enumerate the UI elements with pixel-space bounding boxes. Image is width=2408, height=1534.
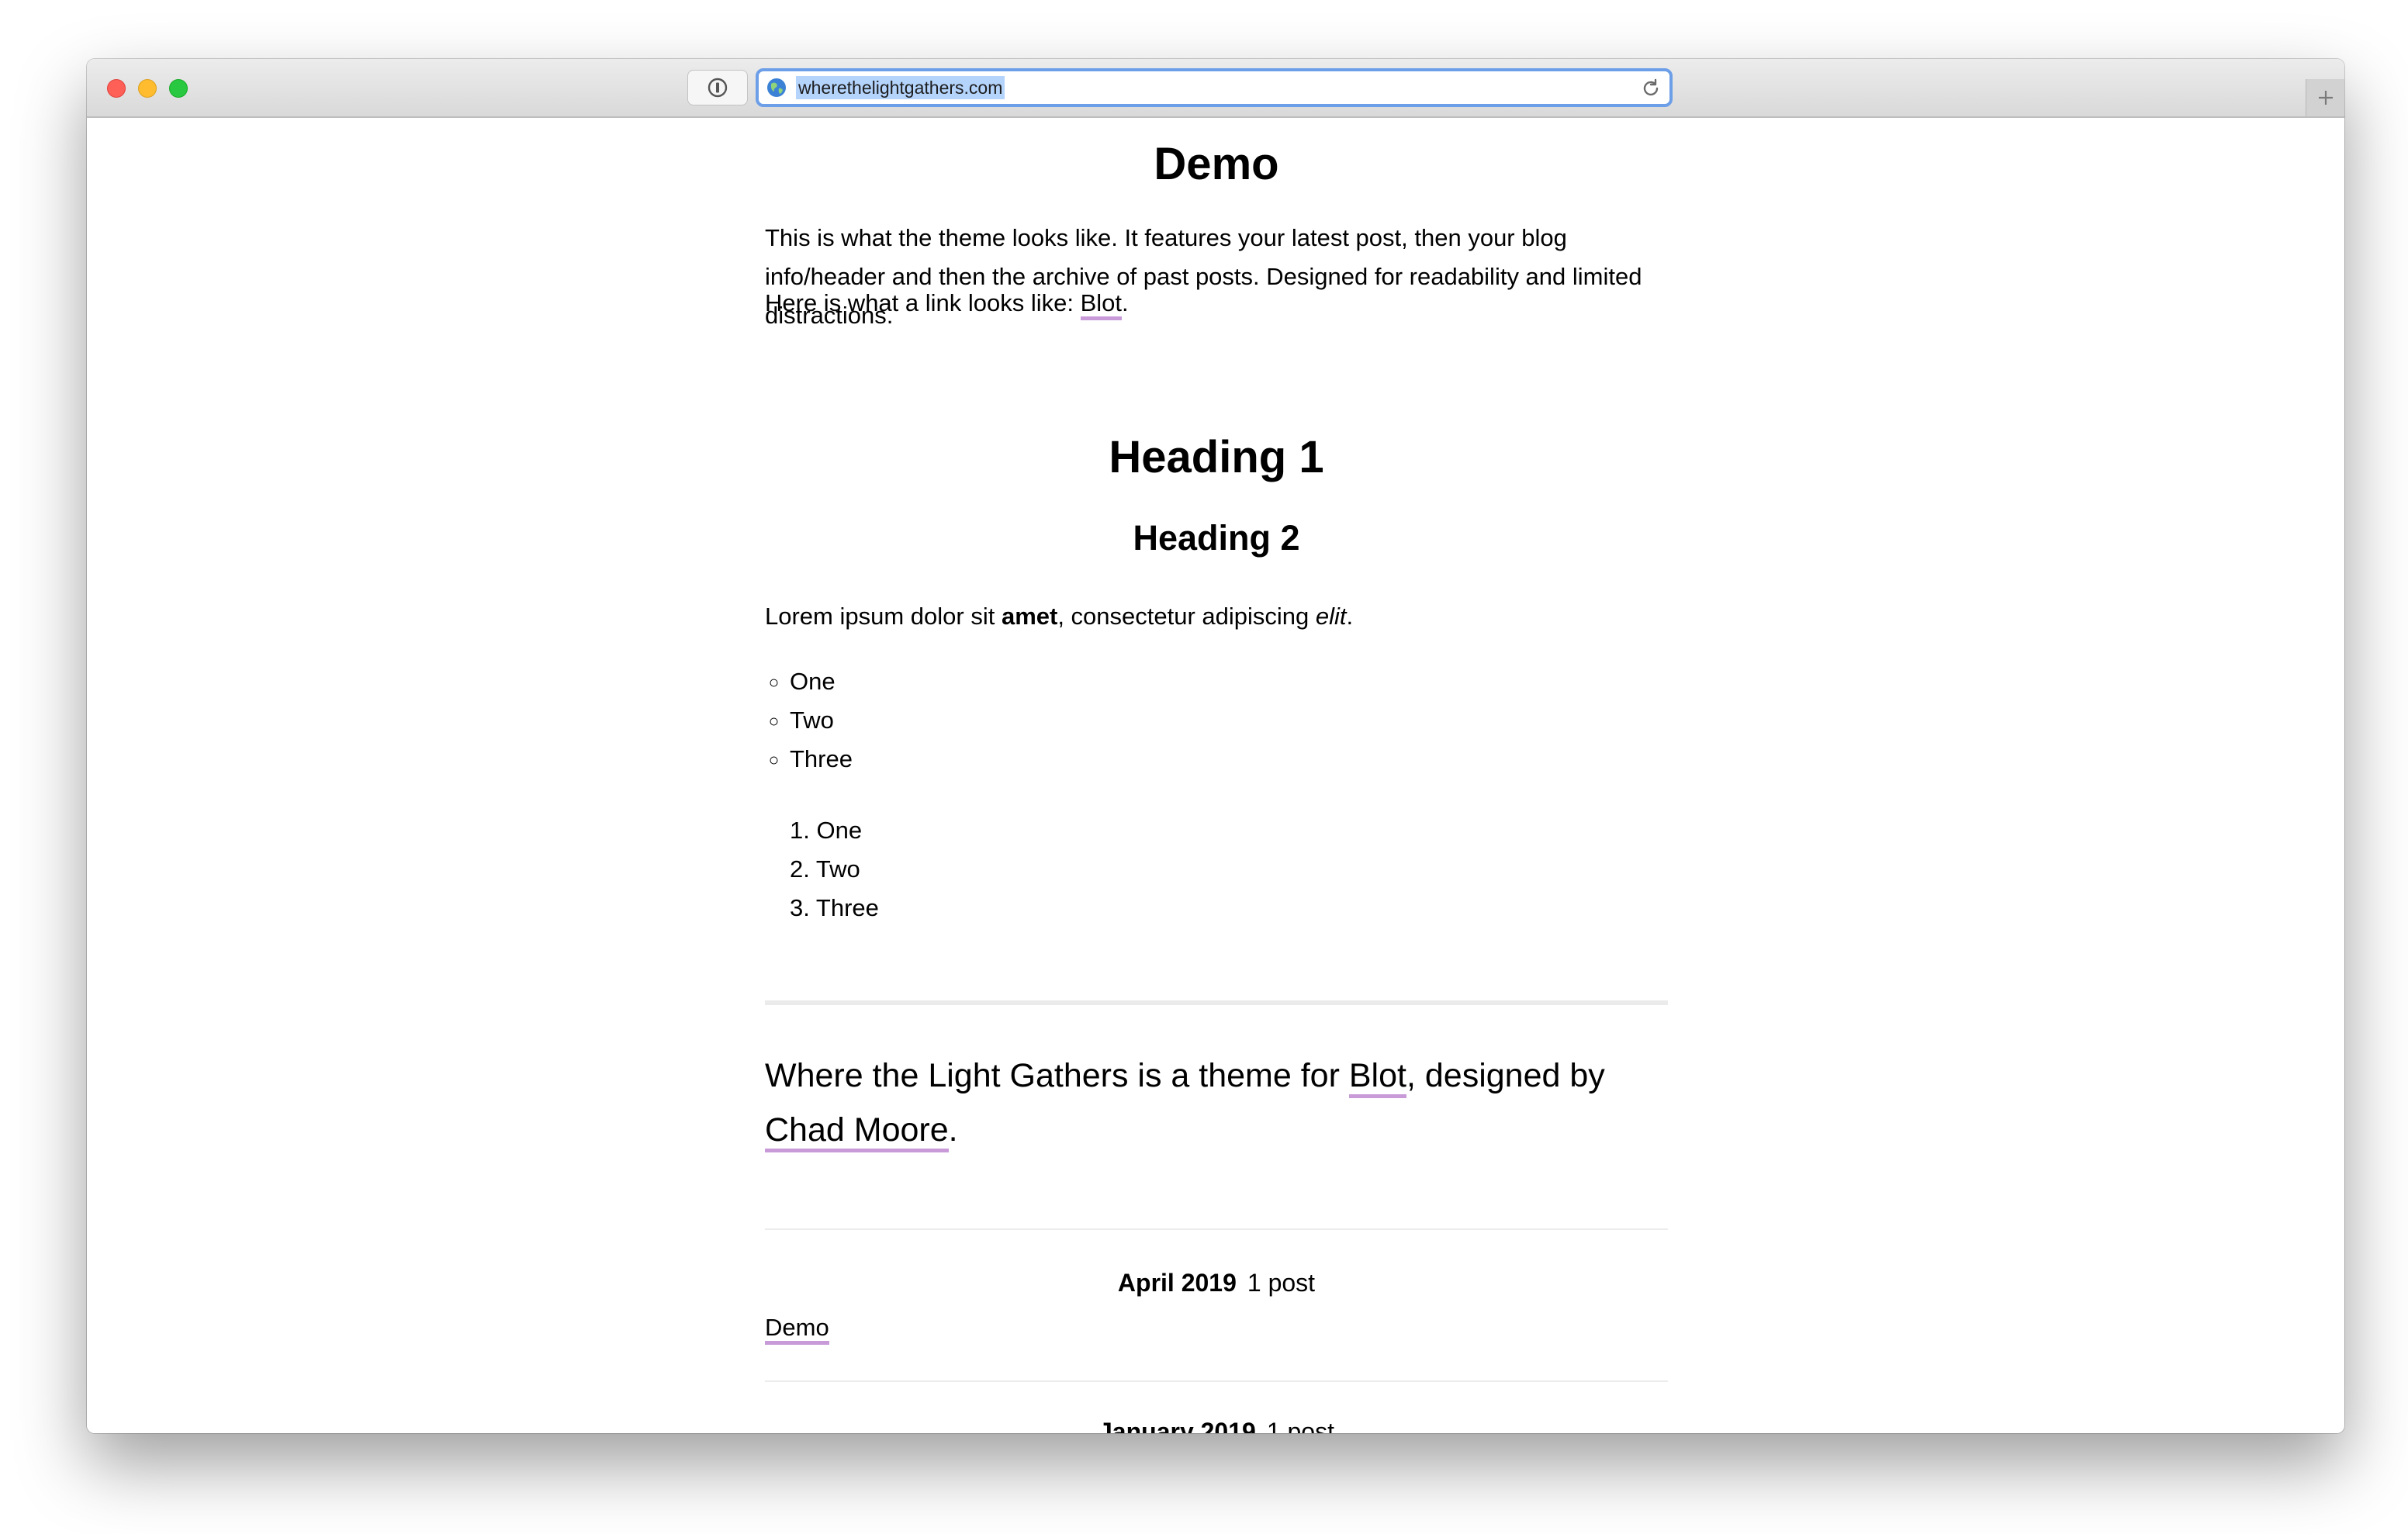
- password-manager-button[interactable]: [687, 70, 748, 105]
- address-bar[interactable]: wherethelightgathers.com: [756, 68, 1673, 107]
- browser-toolbar: wherethelightgathers.com: [87, 59, 2344, 118]
- about-end: .: [948, 1111, 958, 1149]
- url-text[interactable]: wherethelightgathers.com: [796, 76, 1005, 99]
- zoom-window-button[interactable]: [169, 79, 188, 98]
- lorem-italic: elit: [1315, 603, 1347, 630]
- lorem-paragraph: Lorem ipsum dolor sit amet, consectetur …: [765, 597, 1668, 636]
- archive-count: 1 post: [1266, 1418, 1334, 1433]
- link-example-prefix: Here is what a link looks like:: [765, 289, 1081, 316]
- about-middle: , designed by: [1406, 1057, 1605, 1094]
- globe-icon: [767, 78, 786, 97]
- archive-post-link[interactable]: Demo: [765, 1314, 829, 1345]
- lorem-middle: , consectetur adipiscing: [1057, 603, 1316, 630]
- new-tab-button[interactable]: [2306, 79, 2344, 116]
- post-title: Demo: [1154, 139, 1279, 189]
- unordered-list: One Two Three: [765, 662, 1693, 779]
- archive-post-list: Demo: [765, 1311, 1668, 1345]
- lorem-end: .: [1346, 603, 1354, 630]
- close-window-button[interactable]: [107, 79, 126, 98]
- link-example-paragraph: Here is what a link looks like: Blot.: [765, 284, 1668, 323]
- archive-count: 1 post: [1247, 1269, 1316, 1297]
- theme-about: Where the Light Gathers is a theme for B…: [765, 1049, 1668, 1157]
- about-text: Where the Light Gathers is a theme for: [765, 1057, 1349, 1094]
- author-link[interactable]: Chad Moore: [765, 1111, 949, 1152]
- password-manager-icon: [708, 78, 728, 98]
- list-item: 1. One: [790, 817, 863, 844]
- heading-1: Heading 1: [1109, 432, 1324, 482]
- list-item: Three: [790, 740, 1693, 779]
- list-item: 2. Two: [790, 855, 860, 883]
- section-divider: [765, 1000, 1668, 1005]
- archive-divider: [765, 1380, 1668, 1382]
- archive-month: January 2019: [1098, 1418, 1256, 1433]
- archive-month-header: April 2019 1 post: [765, 1266, 1668, 1300]
- lorem-text: Lorem ipsum dolor sit: [765, 603, 1002, 630]
- archive-month: April 2019: [1117, 1269, 1237, 1297]
- archive-divider: [765, 1228, 1668, 1230]
- browser-window: wherethelightgathers.com Demo This is wh…: [87, 59, 2344, 1433]
- reload-icon[interactable]: [1640, 78, 1662, 99]
- list-item: Two: [790, 701, 1693, 740]
- archive-month-header: January 2019 1 post: [765, 1415, 1668, 1433]
- minimize-window-button[interactable]: [138, 79, 157, 98]
- about-blot-link[interactable]: Blot: [1348, 1057, 1406, 1098]
- blot-link[interactable]: Blot: [1080, 289, 1123, 320]
- list-item: 3. Three: [790, 894, 879, 921]
- list-item: One: [790, 662, 1693, 701]
- lorem-bold: amet: [1001, 603, 1058, 630]
- link-example-suffix: .: [1122, 289, 1129, 316]
- heading-2: Heading 2: [1133, 518, 1300, 558]
- plus-icon: [2318, 91, 2333, 105]
- ordered-list: 1. One 2. Two 3. Three: [765, 811, 1693, 928]
- page-content: Demo This is what the theme looks like. …: [87, 118, 2344, 1433]
